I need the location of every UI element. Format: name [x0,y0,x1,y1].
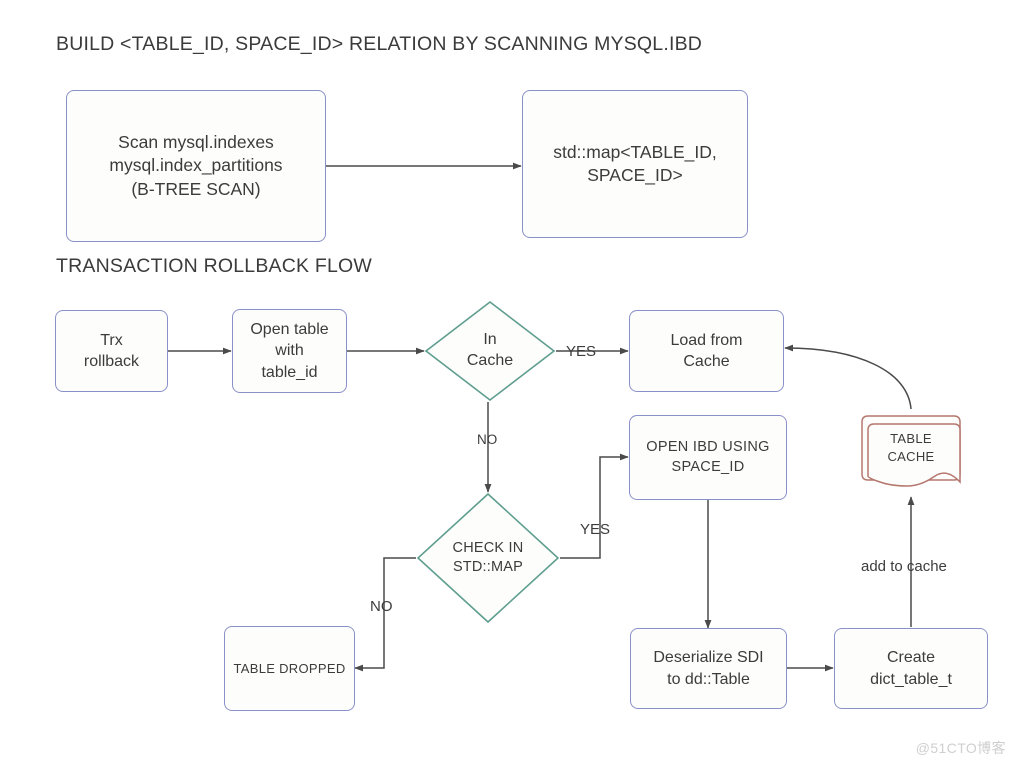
edge-label-no-check-map: NO [370,598,393,615]
node-table-cache-label: TABLE CACHE [887,431,935,464]
node-trx-rollback[interactable]: Trx rollback [55,310,168,392]
node-table-cache[interactable]: TABLE CACHE [856,408,966,498]
edge-label-yes-check-map: YES [580,521,611,538]
node-check-in-stdmap-label: CHECK IN STD::MAP [452,540,524,575]
node-scan-indexes[interactable]: Scan mysql.indexes mysql.index_partition… [66,90,326,242]
edge-label-yes-in-cache: YES [566,343,597,360]
node-check-in-stdmap-decision[interactable]: CHECK IN STD::MAP [416,492,560,624]
section-title-build: BUILD <TABLE_ID, SPACE_ID> RELATION BY S… [56,33,703,55]
watermark: @51CTO博客 [915,740,1006,756]
node-table-dropped[interactable]: TABLE DROPPED [224,626,355,711]
node-open-ibd[interactable]: OPEN IBD USING SPACE_ID [629,415,787,500]
node-in-cache-label: In Cache [466,331,514,369]
edge-checkmap-yes [560,453,629,559]
node-load-from-cache[interactable]: Load from Cache [629,310,784,392]
node-open-table[interactable]: Open table with table_id [232,309,347,393]
node-deserialize-sdi[interactable]: Deserialize SDI to dd::Table [630,628,787,709]
node-create-dict-table[interactable]: Create dict_table_t [834,628,988,709]
section-title-rollback: TRANSACTION ROLLBACK FLOW [56,255,372,277]
node-std-map[interactable]: std::map<TABLE_ID, SPACE_ID> [522,90,748,238]
edge-tablecache-to-loadcache [784,344,912,410]
edge-label-no-in-cache: NO [477,432,498,447]
node-in-cache-decision[interactable]: In Cache [424,300,556,402]
edge-label-add-to-cache: add to cache [861,558,947,575]
